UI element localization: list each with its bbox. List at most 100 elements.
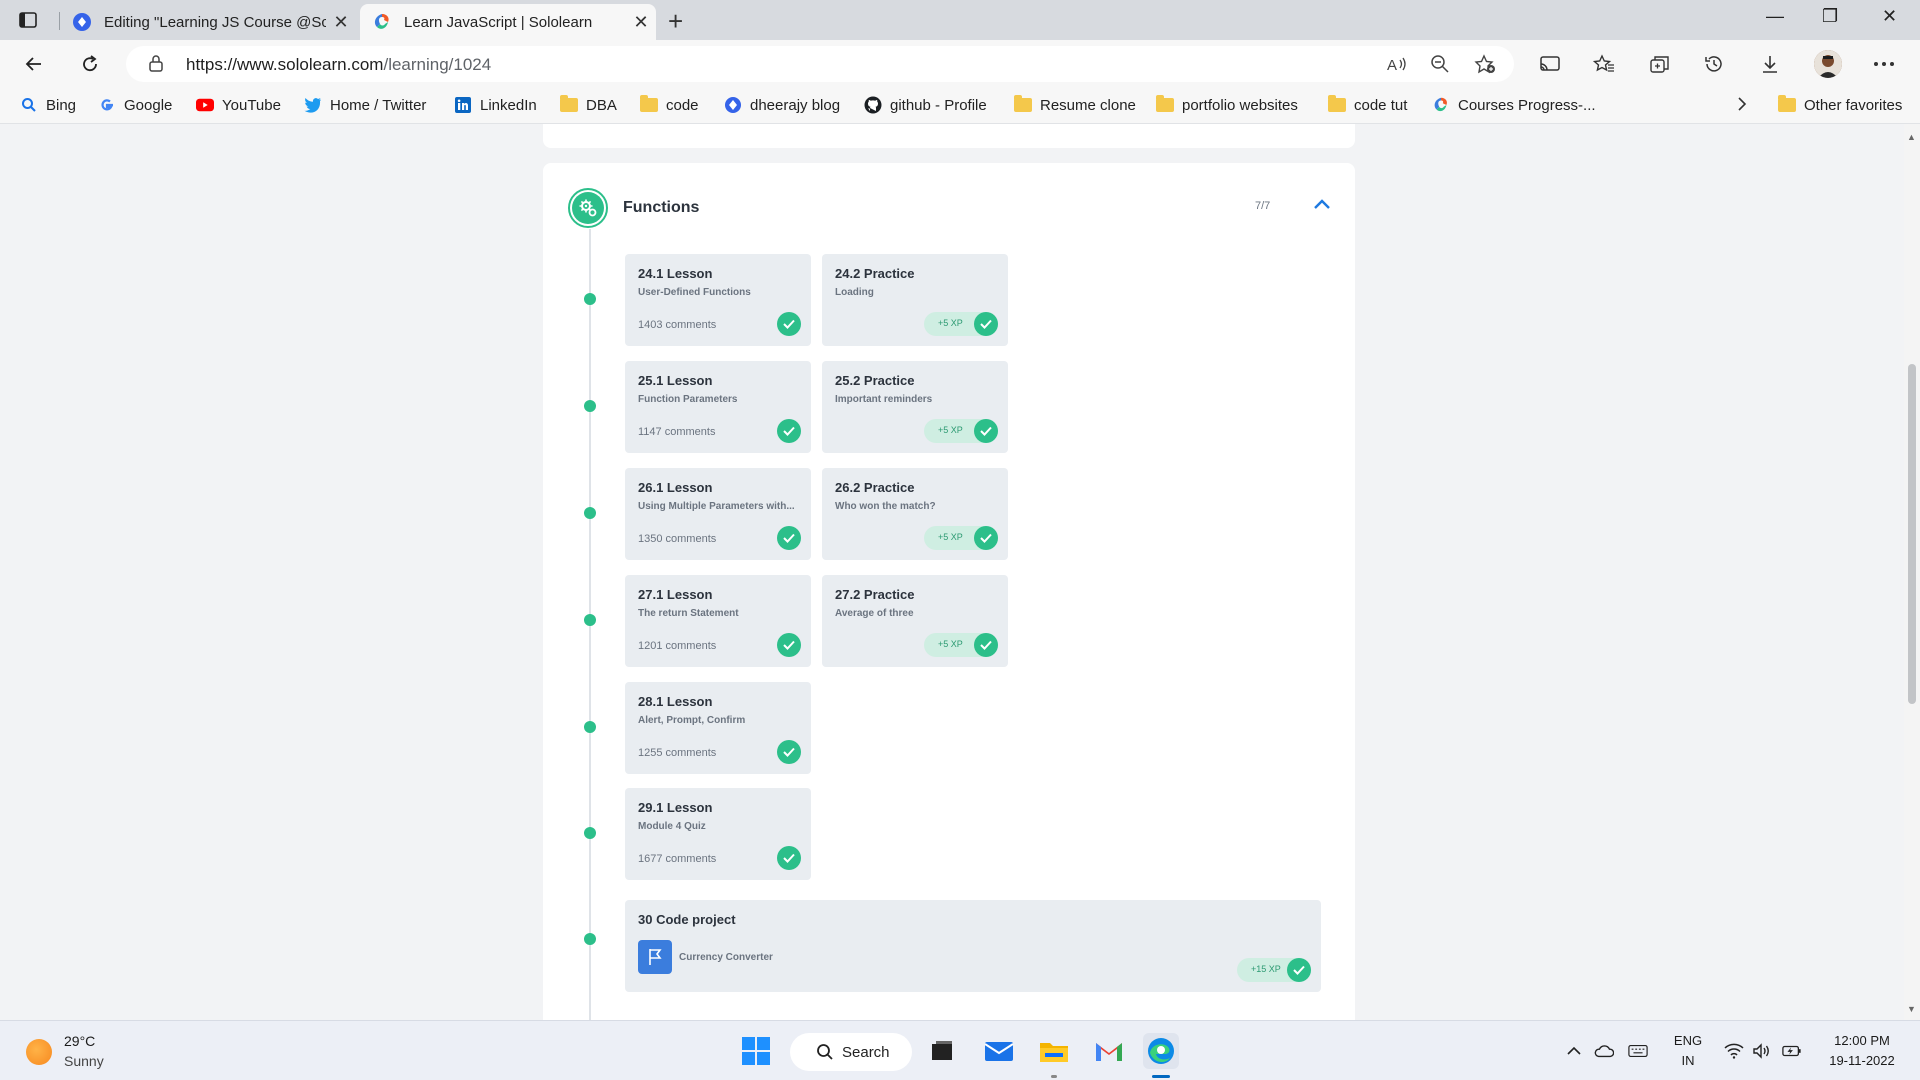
lesson-tile[interactable]: 28.1 Lesson Alert, Prompt, Confirm 1255 … [625, 682, 811, 774]
practice-tile[interactable]: 27.2 Practice Average of three +5 XP [822, 575, 1008, 667]
favorite-folder-resume-clone[interactable]: Resume clone [1014, 95, 1136, 114]
comments-count[interactable]: 1255 comments [638, 747, 716, 759]
sun-weather-icon[interactable] [26, 1039, 52, 1065]
completed-check-icon [777, 846, 801, 870]
lesson-tile[interactable]: 25.1 Lesson Function Parameters 1147 com… [625, 361, 811, 453]
lesson-tile[interactable]: 24.1 Lesson User-Defined Functions 1403 … [625, 254, 811, 346]
close-tab-icon[interactable]: ✕ [626, 12, 656, 33]
timeline-dot [584, 933, 596, 945]
favorite-folder-portfolio-websites[interactable]: portfolio websites [1156, 95, 1298, 114]
comments-count[interactable]: 1677 comments [638, 853, 716, 865]
favorites-overflow-chevron-icon[interactable] [1736, 96, 1748, 112]
favorite-dheerajy-blog[interactable]: dheerajy blog [724, 96, 840, 114]
zoom-out-icon[interactable] [1430, 54, 1450, 79]
timeline-dot [584, 721, 596, 733]
scroll-up-arrow-icon[interactable]: ▲ [1907, 132, 1916, 142]
tab-sololearn[interactable]: Learn JavaScript | Sololearn ✕ [360, 4, 656, 40]
other-favorites[interactable]: Other favorites [1778, 95, 1902, 114]
code-project-tile[interactable]: 30 Code project Currency Converter +15 X… [625, 900, 1321, 992]
collapse-chevron-up-icon[interactable] [1313, 197, 1331, 215]
cast-icon[interactable] [1536, 50, 1564, 78]
favorite-bing[interactable]: Bing [20, 96, 76, 114]
favorite-folder-dba[interactable]: DBA [560, 95, 617, 114]
input-language[interactable]: ENG [1670, 1033, 1706, 1048]
lesson-tile[interactable]: 29.1 Lesson Module 4 Quiz 1677 comments [625, 788, 811, 880]
new-tab-button[interactable]: + [668, 6, 683, 37]
mail-icon[interactable] [981, 1033, 1017, 1069]
favorite-linkedin[interactable]: LinkedIn [454, 96, 537, 114]
collections-icon[interactable] [1646, 50, 1674, 78]
url-text[interactable]: https://www.sololearn.com/learning/1024 [186, 55, 491, 75]
module-gears-icon [568, 188, 608, 228]
completed-check-icon [777, 312, 801, 336]
restore-button[interactable]: ❐ [1822, 6, 1838, 27]
read-aloud-icon[interactable]: A [1386, 54, 1408, 79]
battery-charging-icon[interactable] [1782, 1041, 1802, 1061]
favorites-icon[interactable] [1590, 50, 1618, 78]
linkedin-icon [454, 96, 472, 114]
keyboard-icon[interactable] [1628, 1041, 1648, 1061]
favorite-folder-code-tut[interactable]: code tut [1328, 95, 1407, 114]
downloads-icon[interactable] [1756, 50, 1784, 78]
refresh-icon[interactable] [76, 50, 104, 78]
lesson-tile[interactable]: 26.1 Lesson Using Multiple Parameters wi… [625, 468, 811, 560]
clock-date[interactable]: 19-11-2022 [1816, 1053, 1908, 1068]
wifi-icon[interactable] [1724, 1041, 1744, 1061]
timeline-dot [584, 614, 596, 626]
favorite-folder-code[interactable]: code [640, 95, 699, 114]
navigation-bar: https://www.sololearn.com/learning/1024 … [0, 40, 1920, 88]
folder-icon [1156, 95, 1174, 114]
profile-avatar[interactable] [1814, 50, 1842, 78]
xp-badge: +5 XP [924, 633, 998, 657]
settings-more-icon[interactable] [1870, 50, 1898, 78]
history-icon[interactable] [1700, 50, 1728, 78]
comments-count[interactable]: 1147 comments [638, 426, 715, 438]
volume-icon[interactable] [1752, 1041, 1772, 1061]
task-view-icon[interactable] [924, 1033, 960, 1069]
clock-time[interactable]: 12:00 PM [1816, 1033, 1908, 1048]
input-region[interactable]: IN [1670, 1053, 1706, 1068]
weather-condition[interactable]: Sunny [64, 1053, 104, 1069]
tab-editing-course[interactable]: Editing "Learning JS Course @Sc ✕ [60, 4, 356, 40]
tab-title: Editing "Learning JS Course @Sc [104, 13, 326, 31]
folder-icon [1014, 95, 1032, 114]
favorite-google[interactable]: Google [98, 96, 172, 114]
start-windows-icon[interactable] [738, 1033, 774, 1069]
file-explorer-icon[interactable] [1036, 1033, 1072, 1069]
tab-actions-icon[interactable] [18, 10, 38, 30]
add-favorite-icon[interactable] [1474, 54, 1496, 79]
practice-tile[interactable]: 24.2 Practice Loading +5 XP [822, 254, 1008, 346]
twitter-icon [304, 96, 322, 114]
practice-tile[interactable]: 25.2 Practice Important reminders +5 XP [822, 361, 1008, 453]
minimize-button[interactable]: — [1766, 6, 1784, 27]
lock-icon[interactable] [148, 54, 164, 77]
page-scrollbar[interactable]: ▲ ▼ [1904, 124, 1920, 1020]
comments-count[interactable]: 1201 comments [638, 640, 716, 652]
scroll-thumb[interactable] [1908, 364, 1916, 704]
favorite-github-profile[interactable]: github - Profile [864, 96, 987, 114]
comments-count[interactable]: 1350 comments [638, 533, 716, 545]
back-icon[interactable] [20, 50, 48, 78]
favorite-courses-progress[interactable]: Courses Progress-... [1432, 96, 1596, 114]
favorite-twitter[interactable]: Home / Twitter [304, 96, 426, 114]
weather-temperature[interactable]: 29°C [64, 1033, 95, 1049]
favorite-youtube[interactable]: YouTube [196, 96, 281, 114]
onedrive-cloud-icon[interactable] [1594, 1041, 1614, 1061]
previous-module-card [543, 124, 1355, 148]
completed-check-icon [974, 633, 998, 657]
edge-browser-icon[interactable] [1143, 1033, 1179, 1069]
lesson-tile[interactable]: 27.1 Lesson The return Statement 1201 co… [625, 575, 811, 667]
address-bar[interactable]: https://www.sololearn.com/learning/1024 … [126, 46, 1514, 82]
scroll-down-arrow-icon[interactable]: ▼ [1907, 1004, 1916, 1014]
timeline-dot [584, 293, 596, 305]
show-hidden-icons-chevron-icon[interactable] [1564, 1041, 1584, 1061]
close-tab-icon[interactable]: ✕ [326, 12, 356, 33]
gmail-icon[interactable] [1091, 1033, 1127, 1069]
comments-count[interactable]: 1403 comments [638, 319, 716, 331]
github-icon [864, 96, 882, 114]
practice-tile[interactable]: 26.2 Practice Who won the match? +5 XP [822, 468, 1008, 560]
completed-check-icon [974, 526, 998, 550]
google-icon [98, 96, 116, 114]
taskbar-search[interactable]: Search [790, 1033, 912, 1071]
close-window-button[interactable]: ✕ [1882, 6, 1897, 27]
